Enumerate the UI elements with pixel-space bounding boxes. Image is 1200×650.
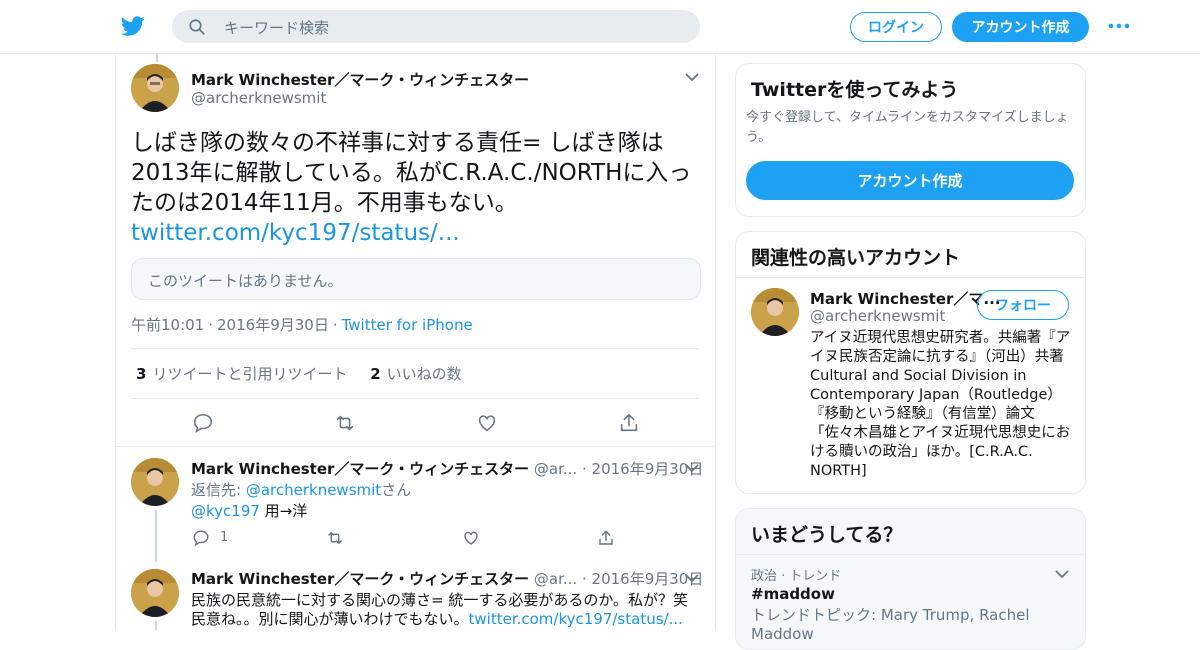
- more-options-icon[interactable]: [1108, 18, 1130, 34]
- reply-text-line: 民族の民意統一に対する関心の薄さ= 統一する必要があるのか。私が？笑: [191, 591, 689, 609]
- profile-photo: [131, 64, 179, 112]
- share-icon[interactable]: [618, 412, 640, 434]
- tweet-link[interactable]: twitter.com/kyc197/status/...: [131, 220, 460, 246]
- signup-button[interactable]: アカウント作成: [746, 161, 1074, 200]
- quoted-tweet-unavailable: このツイートはありません。: [131, 258, 701, 300]
- reply-header: Mark Winchester／マーク・ウィンチェスター @ar... · 20…: [191, 460, 704, 478]
- trend-category: 政治 · トレンド: [751, 569, 842, 584]
- top-navigation-bar: ログイン アカウント作成: [0, 0, 1200, 54]
- reply-author-handle[interactable]: @ar...: [534, 570, 577, 588]
- tweet-text: しばき隊の数々の不祥事に対する責任= しばき隊は2013年に解散している。私がC…: [131, 128, 706, 248]
- search-input[interactable]: [222, 10, 686, 45]
- share-icon[interactable]: [597, 529, 615, 547]
- quote-unavailable-text: このツイートはありません。: [148, 272, 343, 290]
- thread-line: [155, 621, 157, 630]
- profile-photo: [131, 458, 179, 506]
- tweet-link[interactable]: twitter.com/kyc197/status/...: [469, 610, 683, 628]
- login-button[interactable]: ログイン: [850, 12, 942, 42]
- card-subtitle: 今すぐ登録して、タイムラインをカスタマイズしましょう。: [746, 110, 1069, 145]
- divider: [131, 398, 699, 399]
- retweet-icon[interactable]: [334, 412, 356, 434]
- divider: [736, 554, 1085, 555]
- card-title: Twitterを使ってみよう: [751, 79, 959, 101]
- reply-text: @kyc197 用→洋: [191, 502, 308, 520]
- card-title: 関連性の高いアカウント: [751, 247, 961, 269]
- tweet-author-handle[interactable]: @archerknewsmit: [191, 89, 326, 107]
- search-box: [172, 10, 700, 45]
- like-icon[interactable]: [476, 412, 498, 434]
- tweet-timeline: Mark Winchester／マーク・ウィンチェスター @archerknew…: [115, 54, 716, 630]
- thread-line: [155, 510, 157, 562]
- profile-photo: [751, 288, 799, 336]
- divider: [736, 277, 1085, 278]
- tweet-source[interactable]: Twitter for iPhone: [342, 316, 473, 334]
- mention-link[interactable]: @kyc197: [191, 502, 260, 520]
- tweet-author-name[interactable]: Mark Winchester／マーク・ウィンチェスター: [191, 69, 529, 90]
- reply-author-name[interactable]: Mark Winchester／マーク・ウィンチェスター: [191, 460, 529, 478]
- like-stat[interactable]: 2 いいねの数: [370, 365, 461, 383]
- chevron-down-icon[interactable]: [685, 573, 699, 583]
- related-accounts-card: 関連性の高いアカウント Mark Winchester／マ... @archer…: [735, 231, 1086, 494]
- chevron-down-icon[interactable]: [685, 463, 699, 473]
- twitter-bird-logo-icon[interactable]: [120, 14, 146, 38]
- divider: [116, 446, 715, 447]
- profile-photo: [131, 569, 179, 617]
- signup-button[interactable]: アカウント作成: [952, 12, 1089, 42]
- related-account-handle[interactable]: @archerknewsmit: [810, 307, 945, 325]
- avatar[interactable]: [131, 569, 179, 617]
- like-icon[interactable]: [462, 529, 480, 547]
- tweet-stats: 3 リツイートと引用リツイート 2 いいねの数: [136, 363, 462, 384]
- tweet-date[interactable]: 2016年9月30日: [217, 316, 329, 334]
- tweet-time[interactable]: 午前10:01: [131, 316, 204, 334]
- reply-icon[interactable]: [192, 529, 210, 547]
- card-title: いまどうしてる？: [751, 524, 903, 546]
- reply-author-name[interactable]: Mark Winchester／マーク・ウィンチェスター: [191, 570, 529, 588]
- divider: [131, 348, 699, 349]
- reply-icon[interactable]: [192, 412, 214, 434]
- trend-name[interactable]: #maddow: [751, 585, 835, 603]
- reply-to-handle[interactable]: @archerknewsmit: [246, 481, 381, 499]
- trend-topics: トレンドトピック: Mary Trump, Rachel Maddow: [751, 606, 1030, 643]
- avatar[interactable]: [751, 288, 799, 336]
- trends-card: いまどうしてる？ 政治 · トレンド #maddow トレンドトピック: Mar…: [735, 508, 1086, 650]
- reply-text-line: 民意ね。。別に関心が薄いわけでもない。twitter.com/kyc197/st…: [191, 610, 683, 628]
- avatar[interactable]: [131, 458, 179, 506]
- chevron-down-icon[interactable]: [1055, 569, 1069, 579]
- search-icon: [189, 19, 205, 35]
- chevron-down-icon[interactable]: [685, 72, 699, 82]
- thread-line: [156, 54, 158, 62]
- reply-count: 1: [220, 530, 229, 545]
- retweet-icon[interactable]: [326, 529, 344, 547]
- retweet-stat[interactable]: 3 リツイートと引用リツイート: [136, 365, 347, 383]
- related-account-name[interactable]: Mark Winchester／マ...: [810, 288, 1001, 309]
- tweet-body: しばき隊の数々の不祥事に対する責任= しばき隊は2013年に解散している。私がC…: [131, 130, 692, 216]
- try-twitter-card: Twitterを使ってみよう 今すぐ登録して、タイムラインをカスタマイズしましょ…: [735, 63, 1086, 217]
- reply-header: Mark Winchester／マーク・ウィンチェスター @ar... · 20…: [191, 570, 704, 588]
- reply-author-handle[interactable]: @ar...: [534, 460, 577, 478]
- follow-button[interactable]: フォロー: [977, 290, 1069, 320]
- related-account-bio: アイヌ近現代思想史研究者。共編著『アイヌ民族否定論に抗する』（河出）共著 Cul…: [810, 330, 1071, 479]
- reply-to-line: 返信先: @archerknewsmitさん: [191, 481, 412, 499]
- tweet-metadata: 午前10:01 · 2016年9月30日 · Twitter for iPhone: [131, 316, 473, 334]
- avatar[interactable]: [131, 64, 179, 112]
